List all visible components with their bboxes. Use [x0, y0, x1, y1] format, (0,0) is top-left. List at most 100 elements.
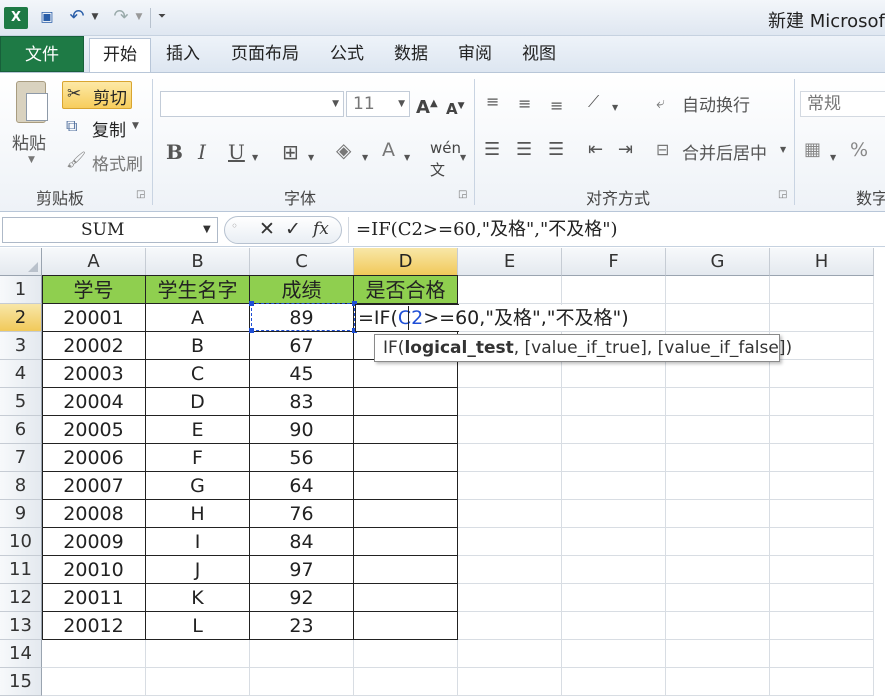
tab-page-layout[interactable]: 页面布局	[224, 38, 306, 70]
number-format-combo[interactable]: 常规	[800, 91, 885, 117]
align-left-icon[interactable]: ☰	[484, 139, 500, 161]
cell[interactable]	[562, 416, 666, 444]
table-cell[interactable]: 20009	[42, 528, 146, 556]
row-header-15[interactable]: 15	[0, 668, 42, 696]
cell[interactable]	[770, 640, 874, 668]
row-header-1[interactable]: 1	[0, 276, 42, 304]
underline-icon[interactable]: U	[228, 141, 245, 163]
align-middle-icon[interactable]: ≡	[518, 93, 531, 115]
merge-center-button[interactable]: ⊟ 合并后居中 ▼	[656, 139, 792, 165]
borders-icon[interactable]: ⊞	[282, 141, 299, 163]
cell[interactable]	[666, 360, 770, 388]
table-cell[interactable]: I	[146, 528, 250, 556]
cell[interactable]	[458, 388, 562, 416]
table-cell[interactable]: 20003	[42, 360, 146, 388]
cell[interactable]	[770, 416, 874, 444]
row-header-10[interactable]: 10	[0, 528, 42, 556]
row-header-14[interactable]: 14	[0, 640, 42, 668]
cell[interactable]	[562, 472, 666, 500]
cell[interactable]	[666, 472, 770, 500]
table-cell[interactable]: 20001	[42, 304, 146, 332]
redo-dropdown-icon[interactable]: ▼	[134, 7, 144, 27]
font-color-dropdown-icon[interactable]: ▼	[404, 147, 410, 169]
tab-home[interactable]: 开始	[89, 38, 151, 72]
shrink-font-icon[interactable]: A▼	[446, 95, 465, 120]
cell[interactable]	[458, 556, 562, 584]
cell[interactable]	[666, 612, 770, 640]
table-cell[interactable]	[354, 584, 458, 612]
cell[interactable]	[666, 584, 770, 612]
table-cell[interactable]: K	[146, 584, 250, 612]
table-header-cell[interactable]: 是否合格	[354, 276, 458, 304]
cell[interactable]	[458, 612, 562, 640]
formula-input[interactable]: =IF(C2>=60,"及格","不及格")	[356, 218, 618, 242]
cell[interactable]	[458, 668, 562, 696]
table-cell[interactable]	[354, 416, 458, 444]
table-cell[interactable]: 20011	[42, 584, 146, 612]
table-cell[interactable]: 20006	[42, 444, 146, 472]
cell[interactable]	[562, 444, 666, 472]
table-cell[interactable]: D	[146, 388, 250, 416]
font-name-combo[interactable]: ▼	[160, 91, 344, 117]
column-header-a[interactable]: A	[42, 248, 146, 276]
table-cell[interactable]: 20007	[42, 472, 146, 500]
cell[interactable]	[250, 668, 354, 696]
cell[interactable]	[562, 668, 666, 696]
cell[interactable]	[562, 500, 666, 528]
table-cell[interactable]: 45	[250, 360, 354, 388]
row-header-4[interactable]: 4	[0, 360, 42, 388]
clipboard-launcher-icon[interactable]: ◲	[136, 189, 145, 200]
table-header-cell[interactable]: 学生名字	[146, 276, 250, 304]
table-cell[interactable]: 84	[250, 528, 354, 556]
font-size-combo[interactable]: 11 ▼	[346, 91, 410, 117]
cell[interactable]	[458, 276, 562, 304]
customize-toolbar-icon[interactable]: ⏷	[156, 7, 168, 27]
cell[interactable]	[458, 584, 562, 612]
row-header-2[interactable]: 2	[0, 304, 42, 332]
cell[interactable]	[770, 528, 874, 556]
copy-button[interactable]: ⧉ 复制 ▼	[62, 115, 146, 141]
column-header-h[interactable]: H	[770, 248, 874, 276]
paste-dropdown-icon[interactable]: ▼	[28, 155, 35, 165]
save-icon[interactable]: ▣	[36, 7, 58, 27]
cell[interactable]	[458, 500, 562, 528]
cell[interactable]	[562, 556, 666, 584]
cell[interactable]	[770, 360, 874, 388]
cell[interactable]	[458, 528, 562, 556]
column-header-e[interactable]: E	[458, 248, 562, 276]
table-header-cell[interactable]: 学号	[42, 276, 146, 304]
table-cell[interactable]	[354, 388, 458, 416]
font-color-icon[interactable]: A	[382, 139, 395, 161]
table-header-cell[interactable]: 成绩	[250, 276, 354, 304]
cell[interactable]	[666, 640, 770, 668]
table-cell[interactable]: 92	[250, 584, 354, 612]
enter-check-icon[interactable]: ✓	[285, 218, 301, 240]
cell[interactable]	[666, 388, 770, 416]
cell[interactable]	[666, 668, 770, 696]
fill-color-dropdown-icon[interactable]: ▼	[362, 147, 368, 169]
table-cell[interactable]: 20010	[42, 556, 146, 584]
cell[interactable]	[562, 528, 666, 556]
undo-dropdown-icon[interactable]: ▼	[90, 7, 100, 27]
orientation-dropdown-icon[interactable]: ▼	[612, 97, 618, 119]
cell[interactable]	[770, 444, 874, 472]
format-painter-button[interactable]: 🖌 格式刷	[62, 149, 152, 175]
cell[interactable]	[562, 640, 666, 668]
select-all-button[interactable]	[0, 248, 42, 276]
row-header-11[interactable]: 11	[0, 556, 42, 584]
cell[interactable]	[458, 416, 562, 444]
table-cell[interactable]: 76	[250, 500, 354, 528]
cell[interactable]	[770, 556, 874, 584]
column-header-g[interactable]: G	[666, 248, 770, 276]
align-top-icon[interactable]: ≡	[486, 91, 499, 113]
percent-icon[interactable]: %	[850, 139, 868, 161]
redo-icon[interactable]: ↷	[110, 7, 132, 27]
paste-button[interactable]	[12, 79, 52, 127]
cell[interactable]	[146, 668, 250, 696]
cell[interactable]	[770, 668, 874, 696]
column-header-d[interactable]: D	[354, 248, 458, 276]
table-cell[interactable]: 83	[250, 388, 354, 416]
table-cell[interactable]	[354, 556, 458, 584]
accounting-format-icon[interactable]: ▦	[804, 139, 821, 161]
wrap-text-button[interactable]: ⤶ 自动换行	[656, 91, 768, 117]
